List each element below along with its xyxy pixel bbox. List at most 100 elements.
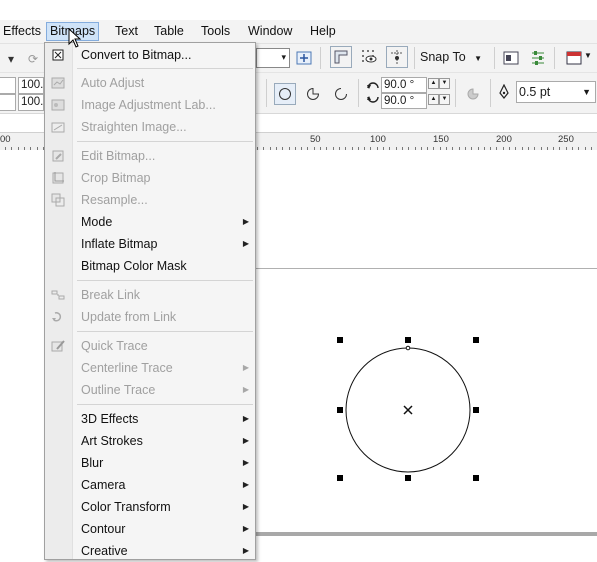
submenu-arrow-icon: ▶ (242, 546, 249, 555)
menu-item-image-adjustment-lab[interactable]: Image Adjustment Lab... (45, 94, 255, 116)
bitmaps-menu: Convert to Bitmap... Auto Adjust Image A… (44, 42, 256, 560)
menu-item-art-strokes[interactable]: Art Strokes ▶ (45, 430, 255, 452)
options-icon[interactable] (527, 47, 549, 69)
selection-handle[interactable] (473, 475, 479, 481)
ruler-label: 00 (0, 134, 11, 145)
menu-item-auto-adjust[interactable]: Auto Adjust (45, 72, 255, 94)
position-x-field[interactable] (0, 77, 16, 94)
menu-item-camera[interactable]: Camera ▶ (45, 474, 255, 496)
menu-item-break-link[interactable]: Break Link (45, 284, 255, 306)
break-link-icon (50, 287, 66, 303)
selection-handle[interactable] (405, 475, 411, 481)
menu-item-color-transform[interactable]: Color Transform ▶ (45, 496, 255, 518)
menu-item-label: Bitmap Color Mask (81, 259, 187, 273)
outline-width-select[interactable]: 0.5 pt ▼ (516, 81, 596, 103)
menu-bar: Effects Bitmaps Text Table Tools Window … (0, 20, 597, 44)
chevron-down-icon: ▼ (582, 87, 591, 97)
arc-node[interactable] (405, 345, 411, 351)
grid-icon[interactable] (358, 46, 380, 68)
chevron-down-icon[interactable]: ▼ (584, 51, 592, 60)
ruler-label: 150 (433, 134, 449, 145)
menu-item-inflate-bitmap[interactable]: Inflate Bitmap ▶ (45, 233, 255, 255)
position-y-field[interactable] (0, 94, 16, 111)
menu-item-resample[interactable]: Resample... (45, 189, 255, 211)
arc-icon[interactable] (330, 83, 352, 105)
menu-item-label: Blur (81, 456, 104, 470)
selection-handle[interactable] (473, 407, 479, 413)
toolbar-separator (490, 79, 491, 107)
menu-effects[interactable]: Effects (0, 23, 44, 40)
submenu-arrow-icon: ▶ (242, 436, 249, 445)
selection-handle[interactable] (337, 337, 343, 343)
convert-icon (50, 47, 66, 63)
toolbar-separator (455, 79, 456, 107)
menu-tools[interactable]: Tools (198, 23, 233, 40)
menu-item-quick-trace[interactable]: Quick Trace (45, 335, 255, 357)
ruler-label: 250 (558, 134, 574, 145)
scale-width-field[interactable]: 100. (18, 77, 44, 94)
menu-item-update-from-link[interactable]: Update from Link (45, 306, 255, 328)
menu-item-edit-bitmap[interactable]: Edit Bitmap... (45, 145, 255, 167)
mouse-pointer-icon (68, 28, 82, 48)
snap-to-button[interactable]: Snap To ▼ (420, 50, 482, 64)
ellipse-icon[interactable] (274, 83, 296, 105)
menu-separator (77, 404, 253, 405)
selection-handle[interactable] (473, 337, 479, 343)
submenu-arrow-icon: ▶ (242, 363, 249, 372)
menu-item-creative[interactable]: Creative ▶ (45, 540, 255, 562)
menu-item-bitmap-color-mask[interactable]: Bitmap Color Mask (45, 255, 255, 277)
menu-item-label: Camera (81, 478, 126, 492)
spin-down-icon[interactable]: ▼ (439, 94, 450, 105)
chevron-down-icon: ▼ (474, 54, 483, 63)
spin-up-icon[interactable]: ▲ (428, 94, 439, 105)
menu-item-label: Inflate Bitmap (81, 237, 158, 251)
menu-item-label: Break Link (81, 288, 141, 302)
menu-item-mode[interactable]: Mode ▶ (45, 211, 255, 233)
zoom-combo[interactable]: ▾ (256, 48, 290, 68)
menu-item-crop-bitmap[interactable]: Crop Bitmap (45, 167, 255, 189)
end-angle-field[interactable]: 90.0 ° (381, 93, 427, 109)
scale-height-field[interactable]: 100. (18, 94, 44, 111)
submenu-arrow-icon: ▶ (242, 385, 249, 394)
menu-window[interactable]: Window (245, 23, 295, 40)
menu-help[interactable]: Help (307, 23, 339, 40)
menu-item-label: Contour (81, 522, 126, 536)
dropdown-arrow-icon[interactable]: ▾ (0, 48, 22, 70)
guidelines-icon[interactable] (386, 46, 408, 68)
menu-separator (77, 68, 253, 69)
menu-item-outline-trace[interactable]: Outline Trace ▶ (45, 379, 255, 401)
page-border-shadow (255, 532, 597, 536)
menu-item-3d-effects[interactable]: 3D Effects ▶ (45, 408, 255, 430)
menu-item-blur[interactable]: Blur ▶ (45, 452, 255, 474)
menu-item-centerline-trace[interactable]: Centerline Trace ▶ (45, 357, 255, 379)
redo-icon[interactable]: ⟳ (22, 48, 44, 70)
rulers-icon[interactable] (330, 46, 352, 68)
direction-icon[interactable] (462, 83, 484, 105)
edit-bitmap-icon (50, 148, 66, 164)
menu-text[interactable]: Text (112, 23, 141, 40)
menu-item-label: Update from Link (81, 310, 177, 324)
selection-handle[interactable] (337, 407, 343, 413)
spin-up-icon[interactable]: ▲ (428, 78, 439, 89)
submenu-arrow-icon: ▶ (242, 239, 249, 248)
application-launcher-icon[interactable] (563, 47, 585, 69)
selected-ellipse[interactable] (330, 333, 490, 488)
welcome-screen-icon[interactable] (500, 47, 522, 69)
menu-item-label: Auto Adjust (81, 76, 145, 90)
menu-item-label: 3D Effects (81, 412, 139, 426)
menu-table[interactable]: Table (151, 23, 187, 40)
selection-handle[interactable] (337, 475, 343, 481)
crop-icon (50, 170, 66, 186)
selection-handle[interactable] (405, 337, 411, 343)
menu-item-label: Edit Bitmap... (81, 149, 156, 163)
submenu-arrow-icon: ▶ (242, 217, 249, 226)
pie-icon[interactable] (302, 83, 324, 105)
full-screen-preview-icon[interactable] (293, 47, 315, 69)
ruler-label: 50 (310, 134, 321, 145)
menu-item-label: Resample... (81, 193, 148, 207)
spin-down-icon[interactable]: ▼ (439, 78, 450, 89)
start-angle-field[interactable]: 90.0 ° (381, 77, 427, 93)
menu-separator (77, 280, 253, 281)
menu-item-straighten-image[interactable]: Straighten Image... (45, 116, 255, 138)
menu-item-contour[interactable]: Contour ▶ (45, 518, 255, 540)
